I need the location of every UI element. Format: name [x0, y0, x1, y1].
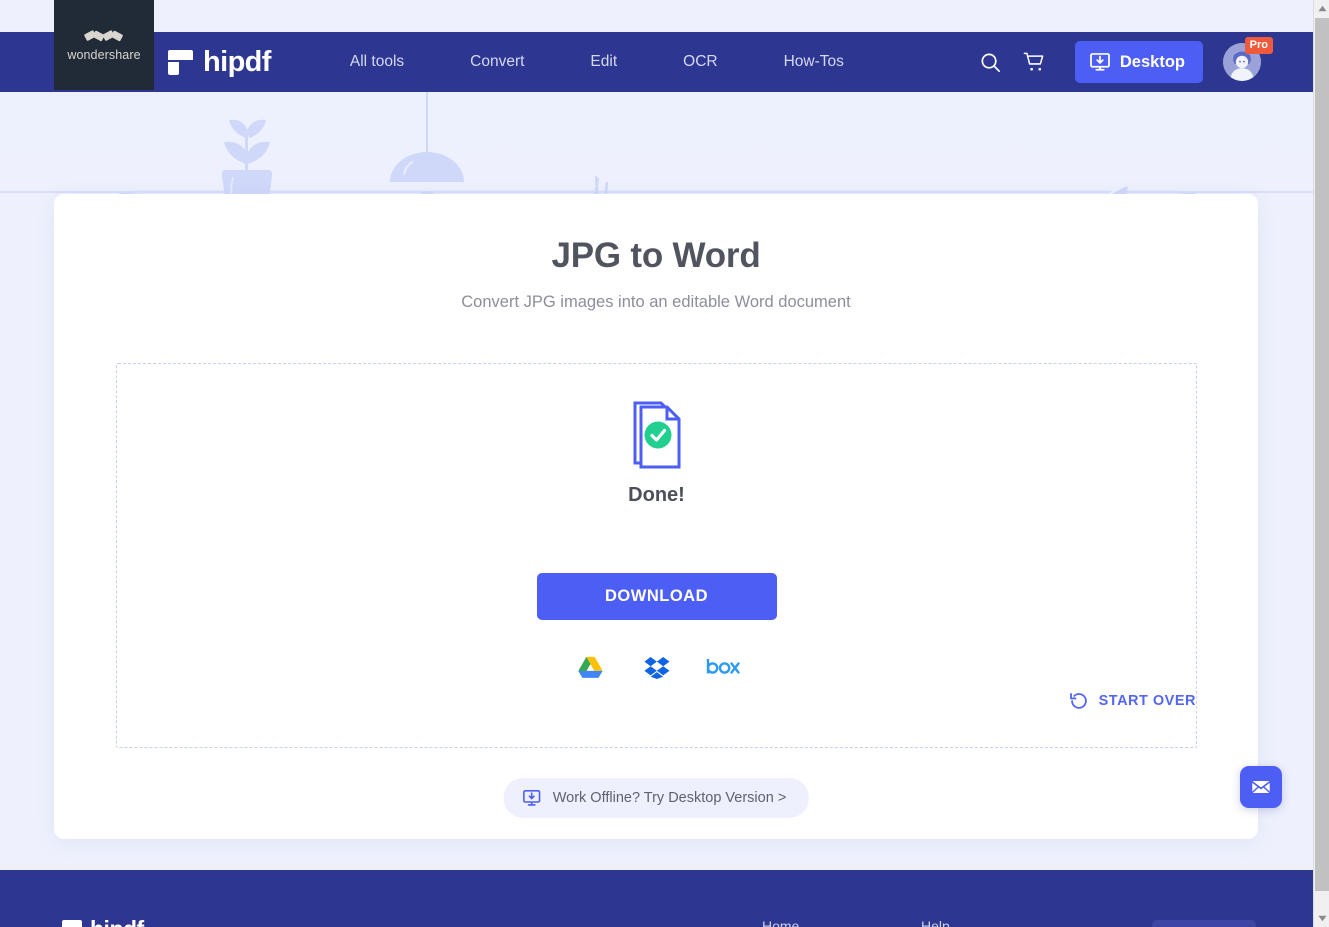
contact-email-fab[interactable]	[1240, 766, 1282, 808]
cart-button[interactable]	[1013, 40, 1057, 84]
nav-link-all-tools[interactable]: All tools	[317, 53, 437, 71]
wondershare-logo-icon	[84, 29, 123, 41]
footer-hipdf-logo[interactable]: hipdf	[62, 916, 144, 927]
hipdf-logo[interactable]: hipdf	[168, 46, 271, 79]
rotate-ccw-icon	[1069, 693, 1087, 709]
nav-link-edit[interactable]: Edit	[557, 53, 650, 71]
page-title: JPG to Word	[551, 236, 761, 275]
scrollbar-down-button[interactable]	[1314, 910, 1329, 927]
chevron-down-icon	[1317, 915, 1327, 922]
footer-logo-text: hipdf	[90, 916, 144, 927]
download-to-desktop-icon	[523, 790, 541, 806]
save-to-box-button[interactable]	[706, 652, 740, 682]
google-drive-icon	[578, 656, 603, 678]
page-viewport: hipdf All tools Convert Edit OCR How-Tos	[0, 0, 1313, 927]
work-offline-pill[interactable]: Work Offline? Try Desktop Version >	[503, 778, 809, 818]
scrollbar-up-button[interactable]	[1314, 0, 1329, 17]
nav-links: All tools Convert Edit OCR How-Tos	[317, 53, 877, 71]
box-icon	[706, 659, 740, 674]
dropbox-icon	[643, 656, 669, 679]
nav-link-convert[interactable]: Convert	[437, 53, 557, 71]
navbar-right-actions: Desktop Pro	[969, 37, 1313, 84]
footer-action-button[interactable]	[1152, 920, 1256, 927]
desktop-app-button[interactable]: Desktop	[1074, 41, 1203, 83]
footer-column-help: Help	[921, 918, 950, 927]
start-over-label: START OVER	[1098, 693, 1196, 709]
download-to-desktop-icon	[1090, 53, 1110, 71]
page-scrollbar[interactable]	[1313, 0, 1329, 927]
conversion-result-dropzone[interactable]: Done! DOWNLOAD START OVER	[116, 363, 1197, 748]
download-button[interactable]: DOWNLOAD	[536, 573, 777, 620]
top-navbar: hipdf All tools Convert Edit OCR How-Tos	[0, 32, 1313, 92]
desktop-app-button-label: Desktop	[1119, 52, 1185, 71]
shopping-cart-icon	[1024, 52, 1044, 71]
save-to-dropbox-button[interactable]	[640, 652, 674, 682]
page-subtitle: Convert JPG images into an editable Word…	[461, 293, 851, 311]
hipdf-logo-icon	[62, 919, 82, 927]
footer-column-title-help[interactable]: Help	[921, 918, 950, 927]
cloud-save-targets	[574, 652, 740, 682]
scrollbar-thumb[interactable]	[1315, 18, 1329, 891]
nav-link-ocr[interactable]: OCR	[650, 53, 750, 71]
account-avatar-button[interactable]: Pro	[1223, 37, 1273, 81]
hipdf-logo-text: hipdf	[203, 45, 271, 78]
save-to-google-drive-button[interactable]	[574, 652, 608, 682]
status-text: Done!	[628, 484, 685, 506]
site-footer: hipdf Home Help	[0, 870, 1313, 927]
search-icon	[981, 52, 1001, 72]
work-offline-label: Work Offline? Try Desktop Version >	[552, 790, 787, 806]
nav-link-how-tos[interactable]: How-Tos	[751, 53, 877, 71]
search-button[interactable]	[969, 40, 1013, 84]
footer-column-home: Home	[762, 918, 799, 927]
hipdf-logo-icon	[168, 49, 193, 75]
envelope-icon	[1251, 781, 1271, 794]
pro-badge: Pro	[1244, 37, 1273, 54]
footer-column-title-home[interactable]: Home	[762, 918, 799, 927]
start-over-button[interactable]: START OVER	[1069, 691, 1196, 711]
wondershare-label: wondershare	[67, 47, 141, 62]
tool-card: JPG to Word Convert JPG images into an e…	[54, 194, 1258, 839]
document-check-icon	[633, 401, 680, 469]
wondershare-brand-tab[interactable]: wondershare	[54, 0, 154, 90]
chevron-up-icon	[1317, 5, 1327, 12]
